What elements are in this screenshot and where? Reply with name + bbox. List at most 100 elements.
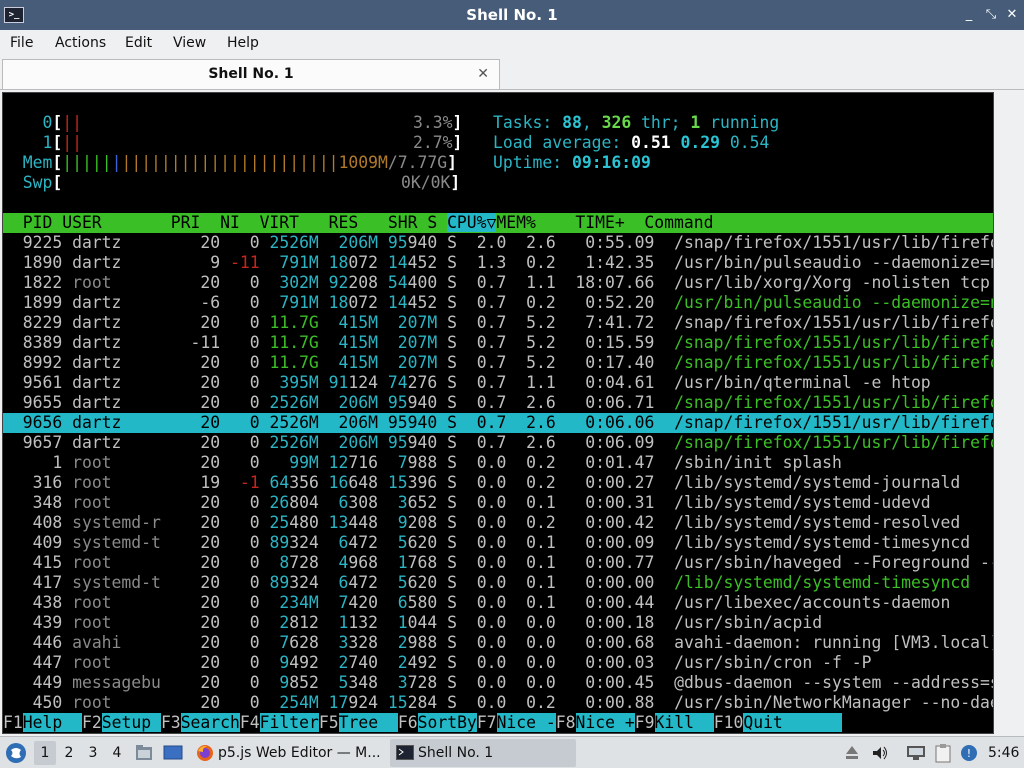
process-row[interactable]: 1899 dartz -6 0 791M 18072 14452 S 0.7 0… xyxy=(3,293,993,313)
fkey-f5-label[interactable]: Tree xyxy=(338,713,398,732)
restore-button[interactable]: ⤡ xyxy=(980,0,1002,30)
process-row[interactable]: 415 root 20 0 8728 4968 1768 S 0.0 0.1 0… xyxy=(3,553,993,573)
user: dartz xyxy=(72,253,161,272)
process-row[interactable]: 446 avahi 20 0 7628 3328 2988 S 0.0 0.0 … xyxy=(3,633,993,653)
process-row[interactable]: 9656 dartz 20 0 2526M 206M 95940 S 0.7 2… xyxy=(3,413,993,433)
process-row[interactable]: 449 messagebu 20 0 9852 5348 3728 S 0.0 … xyxy=(3,673,993,693)
clock[interactable]: 5:46 xyxy=(988,739,1022,767)
taskbar: 1 2 3 4 p5.js Web Editor — M... Shell No… xyxy=(0,736,1024,768)
process-row[interactable]: 1 root 20 0 99M 12716 7988 S 0.0 0.2 0:0… xyxy=(3,453,993,473)
fkey-f9-label[interactable]: Kill xyxy=(654,713,714,732)
fkey-f9[interactable]: F9 xyxy=(634,713,655,732)
cpu0-value-line: 3.3%] xyxy=(413,113,463,132)
fkey-f5[interactable]: F5 xyxy=(318,713,339,732)
notification-icon[interactable]: ! xyxy=(960,743,980,763)
process-row[interactable]: 316 root 19 -1 64356 16648 15396 S 0.0 0… xyxy=(3,473,993,493)
fkey-f2-label[interactable]: Setup xyxy=(101,713,161,732)
command: /usr/bin/pulseaudio --daemonize=no xyxy=(654,253,994,272)
cpu-time: 0:00.45 xyxy=(555,673,655,692)
menu-actions[interactable]: Actions xyxy=(55,30,106,56)
cpu-percent: 0.0 xyxy=(457,493,507,512)
fkey-f1[interactable]: F1 xyxy=(3,713,23,732)
fkey-f2[interactable]: F2 xyxy=(81,713,102,732)
process-row[interactable]: 409 systemd-t 20 0 89324 6472 5620 S 0.0… xyxy=(3,533,993,553)
process-row[interactable]: 8389 dartz -11 0 11.7G 415M 207M S 0.7 5… xyxy=(3,333,993,353)
tab-shell-1[interactable]: Shell No. 1 ✕ xyxy=(2,59,500,89)
cpu-time: 0:00.18 xyxy=(555,613,655,632)
process-row[interactable]: 9561 dartz 20 0 395M 91124 74276 S 0.7 1… xyxy=(3,373,993,393)
process-row[interactable]: 439 root 20 0 2812 1132 1044 S 0.0 0.0 0… xyxy=(3,613,993,633)
clipboard-icon[interactable] xyxy=(934,743,952,763)
volume-icon[interactable] xyxy=(871,744,889,762)
process-row[interactable]: 1890 dartz 9 -11 791M 18072 14452 S 1.3 … xyxy=(3,253,993,273)
process-row[interactable]: 9655 dartz 20 0 2526M 206M 95940 S 0.7 2… xyxy=(3,393,993,413)
network-icon[interactable] xyxy=(906,744,926,762)
nice: 0 xyxy=(220,493,260,512)
priority: 20 xyxy=(160,613,221,632)
header-cpu-sort[interactable]: CPU%▽ xyxy=(447,213,497,232)
state: S xyxy=(437,433,457,452)
fkey-f1-label[interactable]: Help xyxy=(22,713,82,732)
fkey-f3[interactable]: F3 xyxy=(160,713,181,732)
header-columns-rest[interactable]: MEM% TIME+ Command xyxy=(496,213,713,232)
process-row[interactable]: 447 root 20 0 9492 2740 2492 S 0.0 0.0 0… xyxy=(3,653,993,673)
tab-close-icon[interactable]: ✕ xyxy=(477,60,489,88)
menu-help[interactable]: Help xyxy=(227,30,259,56)
fkey-f10[interactable]: F10 xyxy=(713,713,744,732)
process-table-header[interactable]: PID USER PRI NI VIRT RES SHR S CPU%▽MEM%… xyxy=(3,213,993,233)
process-row[interactable]: 9225 dartz 20 0 2526M 206M 95940 S 2.0 2… xyxy=(3,233,993,253)
fkey-f7-label[interactable]: Nice - xyxy=(496,713,556,732)
process-row[interactable]: 348 root 20 0 26804 6308 3652 S 0.0 0.1 … xyxy=(3,493,993,513)
workspace-2[interactable]: 2 xyxy=(58,741,80,765)
process-row[interactable]: 417 systemd-t 20 0 89324 6472 5620 S 0.0… xyxy=(3,573,993,593)
process-row[interactable]: 408 systemd-r 20 0 25480 13448 9208 S 0.… xyxy=(3,513,993,533)
fkey-f8-label[interactable]: Nice + xyxy=(575,713,635,732)
workspace-1[interactable]: 1 xyxy=(34,741,56,765)
priority: 20 xyxy=(160,373,221,392)
cpu-percent: 0.7 xyxy=(457,413,507,432)
user: messagebu xyxy=(72,673,161,692)
workspace-4[interactable]: 4 xyxy=(106,741,128,765)
fkey-f3-label[interactable]: Search xyxy=(180,713,240,732)
fkey-f4[interactable]: F4 xyxy=(239,713,260,732)
cpu-time: 18:07.66 xyxy=(555,273,655,292)
process-row[interactable]: 8229 dartz 20 0 11.7G 415M 207M S 0.7 5.… xyxy=(3,313,993,333)
fkey-f4-label[interactable]: Filter xyxy=(259,713,319,732)
process-row[interactable]: 450 root 20 0 254M 17924 15284 S 0.0 0.2… xyxy=(3,693,993,713)
file-manager-icon[interactable] xyxy=(135,744,153,762)
cpu-percent: 0.0 xyxy=(457,673,507,692)
minimize-button[interactable]: _ xyxy=(958,0,980,30)
fkey-f6[interactable]: F6 xyxy=(397,713,418,732)
cpu-time: 0:06.71 xyxy=(555,393,655,412)
desktop-icon[interactable] xyxy=(163,744,183,762)
process-row[interactable]: 1822 root 20 0 302M 92208 54400 S 0.7 1.… xyxy=(3,273,993,293)
shr: 5620 xyxy=(378,573,438,592)
process-row[interactable]: 438 root 20 0 234M 7420 6580 S 0.0 0.1 0… xyxy=(3,593,993,613)
cpu0-label: 0 xyxy=(42,113,53,132)
taskbar-firefox[interactable]: p5.js Web Editor — M... xyxy=(192,739,386,767)
user: dartz xyxy=(72,373,161,392)
cpu-percent: 0.0 xyxy=(457,593,507,612)
workspace-3[interactable]: 3 xyxy=(82,741,104,765)
nice: 0 xyxy=(220,673,260,692)
load-15: 0.54 xyxy=(729,133,770,152)
fkey-f7[interactable]: F7 xyxy=(476,713,497,732)
shr: 54400 xyxy=(378,273,438,292)
taskbar-terminal[interactable]: Shell No. 1 xyxy=(390,739,576,767)
fkey-f8[interactable]: F8 xyxy=(555,713,576,732)
close-window-button[interactable]: ✕ xyxy=(1001,0,1023,30)
menu-edit[interactable]: Edit xyxy=(125,30,152,56)
virt: 9852 xyxy=(259,673,319,692)
menu-view[interactable]: View xyxy=(173,30,206,56)
process-row[interactable]: 9657 dartz 20 0 2526M 206M 95940 S 0.7 2… xyxy=(3,433,993,453)
eject-icon[interactable] xyxy=(845,744,859,762)
header-columns[interactable]: PID USER PRI NI VIRT RES SHR S xyxy=(3,213,447,232)
fkey-f6-label[interactable]: SortBy xyxy=(417,713,477,732)
start-menu-icon[interactable] xyxy=(5,742,27,764)
fkey-f10-label[interactable]: Quit xyxy=(743,713,843,732)
menu-file[interactable]: File xyxy=(10,30,33,56)
process-row[interactable]: 8992 dartz 20 0 11.7G 415M 207M S 0.7 5.… xyxy=(3,353,993,373)
priority: 20 xyxy=(160,633,221,652)
mem-percent: 0.0 xyxy=(506,653,556,672)
terminal-area[interactable]: 0[|| 3.3%] 1[|| 2.7%] Mem[||||||||||||||… xyxy=(2,92,994,734)
